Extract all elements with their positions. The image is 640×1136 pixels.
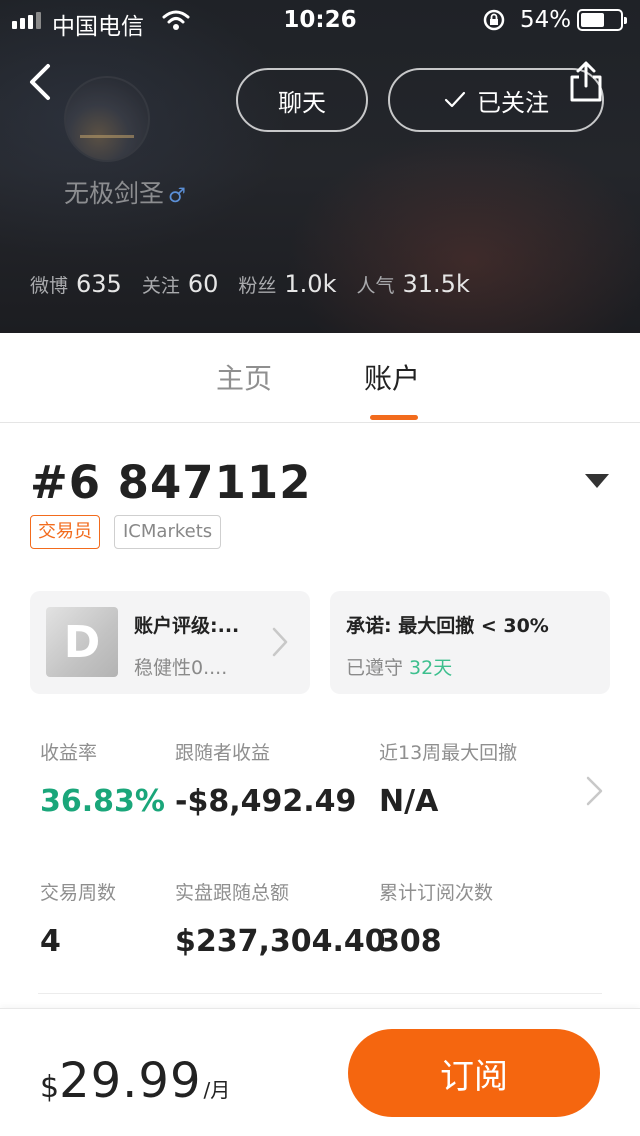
trader-badge: 交易员 [30,515,100,549]
back-arrow-icon[interactable] [24,60,60,104]
profile-tabs: 主页 账户 [0,333,640,423]
rating-title: 账户评级:... [134,615,240,637]
metrics-chevron-right-icon[interactable] [584,774,606,808]
max-drawdown-value: N/A [379,784,439,819]
promise-prefix: 已遵守 [346,657,410,679]
promise-subtitle: 已遵守 32天 [346,653,452,680]
follower-profit-label: 跟随者收益 [175,742,271,764]
profile-header: 中国电信 10:26 54% 无极剑圣 ♂ 聊天 已关注 微博 635 关注 6… [0,0,640,333]
username-text: 无极剑圣 [64,179,165,208]
price-currency: $ [40,1070,60,1105]
section-divider [38,993,602,994]
total-follow-amount-value: $237,304.40 [175,924,386,959]
stat-fans-value[interactable]: 1.0k [284,270,336,298]
subscribe-button[interactable]: 订阅 [348,1029,600,1117]
trading-weeks-value: 4 [40,924,61,959]
share-icon[interactable] [566,60,606,104]
stat-popularity-label: 人气 [356,275,395,297]
grade-badge: D [46,607,118,677]
profile-stats: 微博 635 关注 60 粉丝 1.0k 人气 31.5k [30,270,490,298]
subscribe-bar: $ 29.99 /月 订阅 [0,1008,640,1136]
return-rate-value: 36.83% [40,784,165,819]
account-dropdown-icon[interactable] [585,474,609,488]
subscription-count-label: 累计订阅次数 [379,882,494,904]
subscription-count-value: 308 [379,924,442,959]
stat-following-label: 关注 [141,275,180,297]
trading-weeks-label: 交易周数 [40,882,117,904]
rotation-lock-icon [483,9,505,31]
active-tab-indicator [370,415,418,420]
chevron-right-icon [272,627,288,657]
male-gender-icon: ♂ [168,183,186,207]
price-amount: 29.99 [59,1053,202,1109]
stat-following-value[interactable]: 60 [188,270,219,298]
account-rating-card[interactable]: D 账户评级:... 稳健性0.... [30,591,310,694]
stat-fans-label: 粉丝 [238,275,277,297]
promise-days: 32天 [409,657,453,679]
total-follow-amount-label: 实盘跟随总额 [175,882,290,904]
drawdown-promise-card: 承诺: 最大回撤 < 30% 已遵守 32天 [330,591,610,694]
return-rate-label: 收益率 [40,742,98,764]
chat-button[interactable]: 聊天 [236,68,368,132]
status-bar: 中国电信 10:26 54% [0,0,640,40]
rating-subtitle: 稳健性0.... [134,657,228,679]
tab-account[interactable]: 账户 [364,357,420,397]
max-drawdown-label: 近13周最大回撤 [379,742,518,764]
username: 无极剑圣 ♂ [64,174,186,210]
subscription-price: $ 29.99 /月 [40,1053,230,1109]
promise-title: 承诺: 最大回撤 < 30% [346,615,549,637]
price-unit: /月 [203,1078,231,1102]
broker-badge: ICMarkets [114,515,222,549]
checkmark-icon [444,91,466,108]
stat-weibo-label: 微博 [30,275,69,297]
stat-popularity-value: 31.5k [402,270,470,298]
following-label: 已关注 [477,88,549,117]
account-id: #6 847112 [30,456,312,509]
stat-weibo-value[interactable]: 635 [76,270,122,298]
avatar[interactable] [64,76,150,162]
follower-profit-value: -$8,492.49 [175,784,357,819]
battery-percent: 54% [520,7,572,33]
battery-icon [577,9,627,31]
tab-home[interactable]: 主页 [216,357,272,397]
